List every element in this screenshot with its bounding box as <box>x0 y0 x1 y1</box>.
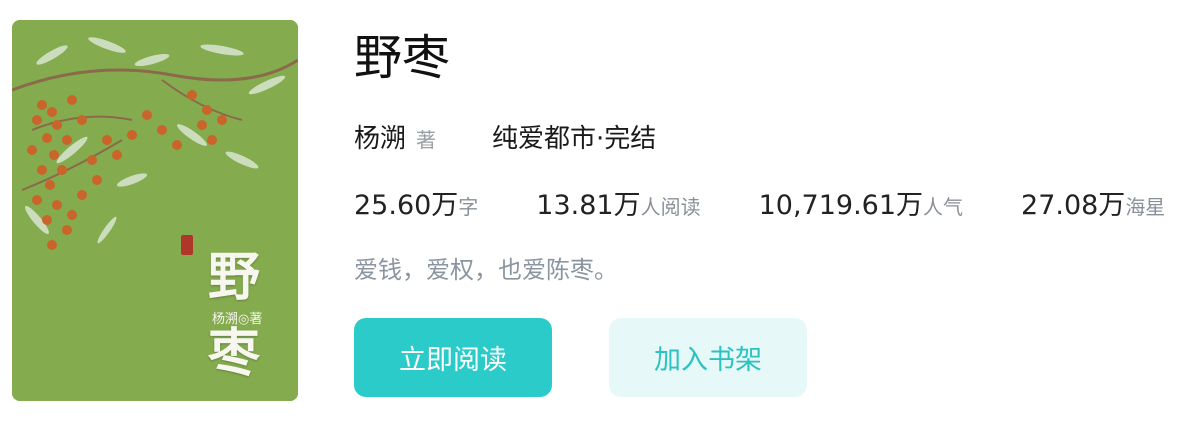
stat-word-count: 25.60万 字 <box>354 183 478 222</box>
read-now-button[interactable]: 立即阅读 <box>354 318 552 397</box>
stat-value: 25.60万 <box>354 190 459 221</box>
stat-popularity: 10,719.61万 人气 <box>759 183 963 222</box>
stat-unit: 字 <box>458 195 479 219</box>
cover-title-line2: 枣 <box>208 323 261 384</box>
stat-unit: 海星 <box>1125 195 1166 219</box>
author-suffix: 著 <box>416 128 437 152</box>
stat-value: 27.08万 <box>1021 190 1126 221</box>
stat-unit: 人气 <box>923 195 964 219</box>
cover-seal <box>181 235 193 255</box>
book-stats: 25.60万 字 13.81万 人阅读 10,719.61万 人气 27.08万… <box>354 183 1165 227</box>
stat-unit: 人阅读 <box>640 195 701 219</box>
book-title: 野枣 <box>354 30 451 86</box>
book-meta: 杨溯 著 纯爱都市·完结 <box>354 118 656 158</box>
cover-title-line1: 野 <box>208 247 261 308</box>
book-intro: 爱钱，爱权，也爱陈枣。 <box>354 256 618 284</box>
stat-value: 10,719.61万 <box>758 190 924 221</box>
stat-value: 13.81万 <box>536 190 641 221</box>
author-name[interactable]: 杨溯 <box>354 118 406 155</box>
stat-stars: 27.08万 海星 <box>1021 183 1165 222</box>
stat-readers: 13.81万 人阅读 <box>536 183 700 222</box>
add-to-shelf-button[interactable]: 加入书架 <box>609 318 807 397</box>
book-cover[interactable]: 野 杨溯◎著 枣 <box>12 20 298 401</box>
book-category[interactable]: 纯爱都市·完结 <box>492 118 656 155</box>
